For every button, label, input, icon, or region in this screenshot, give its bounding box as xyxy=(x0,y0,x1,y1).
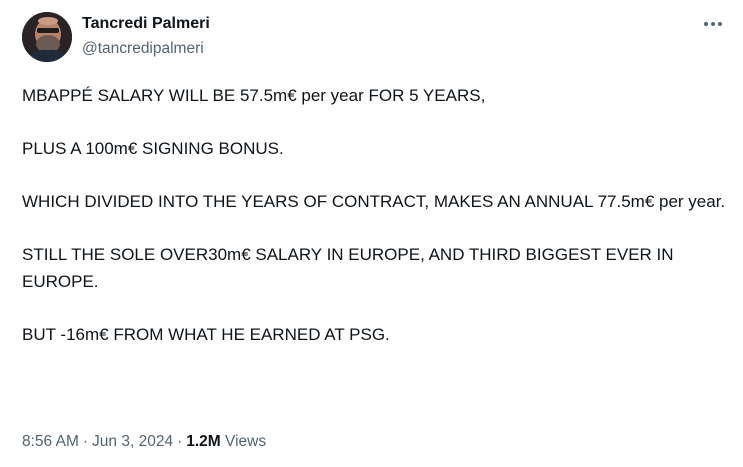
more-options-button[interactable] xyxy=(697,10,729,38)
author-display-name[interactable]: Tancredi Palmeri xyxy=(82,14,210,34)
author-handle[interactable]: @tancredipalmeri xyxy=(82,39,210,59)
avatar[interactable] xyxy=(22,12,72,62)
views-count: 1.2M xyxy=(186,433,221,450)
tweet-paragraph: BUT -16m€ FROM WHAT HE EARNED AT PSG. xyxy=(22,324,390,344)
avatar-portrait-icon xyxy=(22,12,72,62)
tweet-date: Jun 3, 2024 xyxy=(92,433,174,450)
tweet-timestamp-link[interactable]: 8:56 AM · Jun 3, 2024 xyxy=(22,433,173,450)
tweet-paragraph: MBAPPÉ SALARY WILL BE 57.5m€ per year FO… xyxy=(22,86,486,105)
tweet-paragraph: PLUS A 100m€ SIGNING BONUS. xyxy=(22,139,284,158)
tweet-paragraph: WHICH DIVIDED INTO THE YEARS OF CONTRACT… xyxy=(22,192,726,211)
tweet-paragraph: STILL THE SOLE OVER30m€ SALARY IN EUROPE… xyxy=(22,245,674,291)
tweet-text: MBAPPÉ SALARY WILL BE 57.5m€ per year FO… xyxy=(22,83,727,348)
tweet-time: 8:56 AM xyxy=(22,433,79,450)
meta-separator: · xyxy=(177,433,183,450)
views-label: Views xyxy=(225,433,267,450)
author-block: Tancredi Palmeri @tancredipalmeri xyxy=(82,14,210,59)
tweet-card: Tancredi Palmeri @tancredipalmeri MBAPPÉ… xyxy=(0,0,743,467)
meta-separator: · xyxy=(82,433,89,450)
tweet-meta: 8:56 AM · Jun 3, 2024 · 1.2M Views xyxy=(22,431,266,453)
more-horizontal-icon xyxy=(704,22,722,26)
